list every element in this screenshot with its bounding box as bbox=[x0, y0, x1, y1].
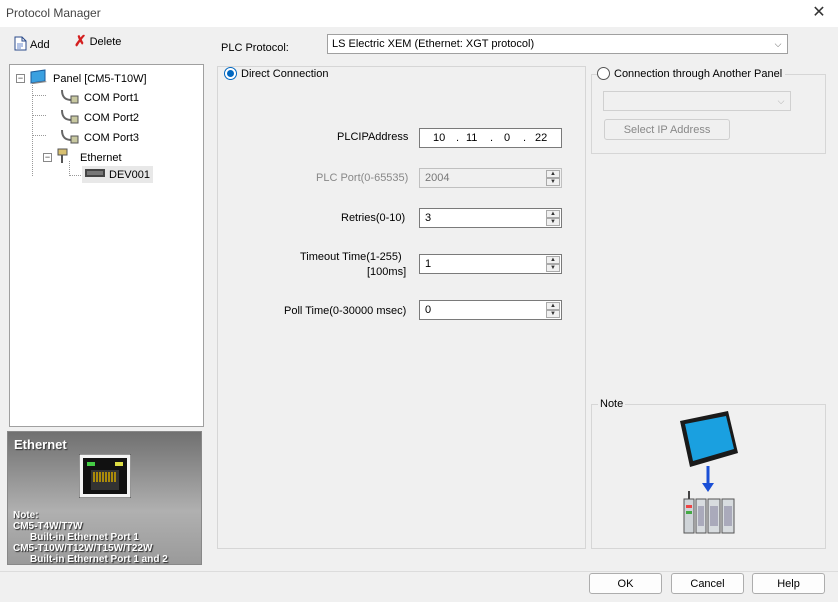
help-button[interactable]: Help bbox=[752, 573, 825, 594]
timeout-unit-label: [100ms] bbox=[367, 266, 407, 278]
tree-node-panel[interactable]: − Panel [CM5-T10W] bbox=[16, 69, 147, 88]
timeout-spinner[interactable]: ▲ ▼ bbox=[546, 256, 560, 272]
tree-node-com2[interactable]: COM Port2 bbox=[60, 108, 139, 127]
serial-cable-icon bbox=[60, 128, 80, 147]
ethernet-port-icon bbox=[78, 453, 132, 501]
info-line-3: CM5-T10W/T12W/T15W/T22W bbox=[13, 543, 153, 554]
info-line-1: CM5-T4W/T7W bbox=[13, 521, 83, 532]
ethernet-cable-icon bbox=[56, 148, 76, 167]
plc-port-spinner: ▲ ▼ bbox=[546, 170, 560, 186]
retries-value: 3 bbox=[425, 212, 432, 224]
add-label: Add bbox=[30, 39, 50, 51]
tree-label-ethernet: Ethernet bbox=[80, 151, 122, 164]
plc-ip-input[interactable]: 10 . 11 . 0 . 22 bbox=[419, 128, 562, 148]
ip-octet-1[interactable]: 10 bbox=[433, 132, 445, 144]
ip-octet-2[interactable]: 11 bbox=[466, 132, 477, 144]
ok-button[interactable]: OK bbox=[589, 573, 662, 594]
info-heading: Ethernet bbox=[14, 437, 67, 452]
radio-selected-icon bbox=[224, 67, 237, 80]
delete-button[interactable]: ✗ Delete bbox=[74, 33, 122, 50]
timeout-input[interactable]: 1 ▲ ▼ bbox=[419, 254, 562, 274]
ip-octet-3[interactable]: 0 bbox=[504, 132, 510, 144]
direct-connection-radio[interactable]: Direct Connection bbox=[224, 67, 359, 80]
add-button[interactable]: Add bbox=[14, 36, 50, 54]
tree-node-com1[interactable]: COM Port1 bbox=[60, 88, 139, 107]
protocol-tree[interactable]: − Panel [CM5-T10W] COM Port1 COM Port2 C… bbox=[9, 64, 204, 427]
retries-spinner[interactable]: ▲ ▼ bbox=[546, 210, 560, 226]
plc-protocol-value: LS Electric XEM (Ethernet: XGT protocol) bbox=[332, 38, 535, 50]
delete-x-icon: ✗ bbox=[74, 33, 87, 50]
ethernet-info-box: Ethernet Note: CM5-T4W/T7W Built-in Ethe… bbox=[7, 431, 202, 565]
close-button[interactable]: ✕ bbox=[808, 2, 830, 24]
tree-label-com1: COM Port1 bbox=[84, 91, 140, 104]
ip-octet-4[interactable]: 22 bbox=[535, 132, 547, 144]
plc-device-icon bbox=[85, 168, 105, 181]
another-panel-select: ⌵ bbox=[603, 91, 791, 111]
retries-label: Retries(0-10) bbox=[341, 212, 406, 224]
poll-time-value: 0 bbox=[425, 304, 432, 316]
monitor-icon bbox=[29, 69, 49, 88]
poll-time-spinner[interactable]: ▲ ▼ bbox=[546, 302, 560, 318]
serial-cable-icon bbox=[60, 88, 80, 107]
info-line-2: Built-in Ethernet Port 1 bbox=[30, 532, 139, 543]
add-document-icon bbox=[14, 36, 27, 54]
info-note-label: Note: bbox=[13, 510, 39, 521]
plc-protocol-label: PLC Protocol: bbox=[221, 42, 289, 54]
tree-label-dev001: DEV001 bbox=[109, 168, 150, 181]
direct-connection-label: Direct Connection bbox=[241, 67, 329, 80]
plc-port-value: 2004 bbox=[425, 172, 450, 184]
note-label: Note bbox=[598, 398, 626, 410]
panel-to-plc-diagram bbox=[676, 411, 742, 540]
delete-label: Delete bbox=[89, 36, 122, 48]
chevron-down-icon: ⌵ bbox=[777, 95, 785, 106]
chevron-down-icon: ⌵ bbox=[774, 38, 782, 49]
plc-port-label: PLC Port(0-65535) bbox=[316, 172, 409, 184]
serial-cable-icon bbox=[60, 108, 80, 127]
plc-protocol-select[interactable]: LS Electric XEM (Ethernet: XGT protocol)… bbox=[327, 34, 788, 54]
timeout-label: Timeout Time(1-255) bbox=[300, 251, 402, 263]
tree-node-com3[interactable]: COM Port3 bbox=[60, 128, 139, 147]
window-title: Protocol Manager bbox=[6, 6, 101, 20]
poll-time-input[interactable]: 0 ▲ ▼ bbox=[419, 300, 562, 320]
tree-label-com2: COM Port2 bbox=[84, 111, 140, 124]
select-ip-address-button: Select IP Address bbox=[604, 119, 730, 140]
collapse-icon[interactable]: − bbox=[43, 153, 52, 162]
tree-node-dev001[interactable]: DEV001 bbox=[82, 166, 153, 183]
plc-port-input: 2004 ▲ ▼ bbox=[419, 168, 562, 188]
plc-ip-label: PLCIPAddress bbox=[337, 131, 409, 143]
radio-unselected-icon bbox=[597, 67, 610, 80]
tree-node-ethernet[interactable]: − Ethernet bbox=[43, 148, 122, 167]
info-line-4: Built-in Ethernet Port 1 and 2 bbox=[30, 554, 168, 565]
tree-label-panel: Panel [CM5-T10W] bbox=[53, 72, 147, 85]
cancel-button[interactable]: Cancel bbox=[671, 573, 744, 594]
timeout-value: 1 bbox=[425, 258, 432, 270]
collapse-icon[interactable]: − bbox=[16, 74, 25, 83]
another-panel-group bbox=[591, 74, 826, 154]
title-bar bbox=[0, 0, 838, 27]
tree-label-com3: COM Port3 bbox=[84, 131, 140, 144]
another-panel-label: Connection through Another Panel bbox=[614, 67, 783, 80]
poll-time-label: Poll Time(0-30000 msec) bbox=[284, 305, 407, 317]
retries-input[interactable]: 3 ▲ ▼ bbox=[419, 208, 562, 228]
another-panel-radio[interactable]: Connection through Another Panel bbox=[597, 67, 786, 80]
